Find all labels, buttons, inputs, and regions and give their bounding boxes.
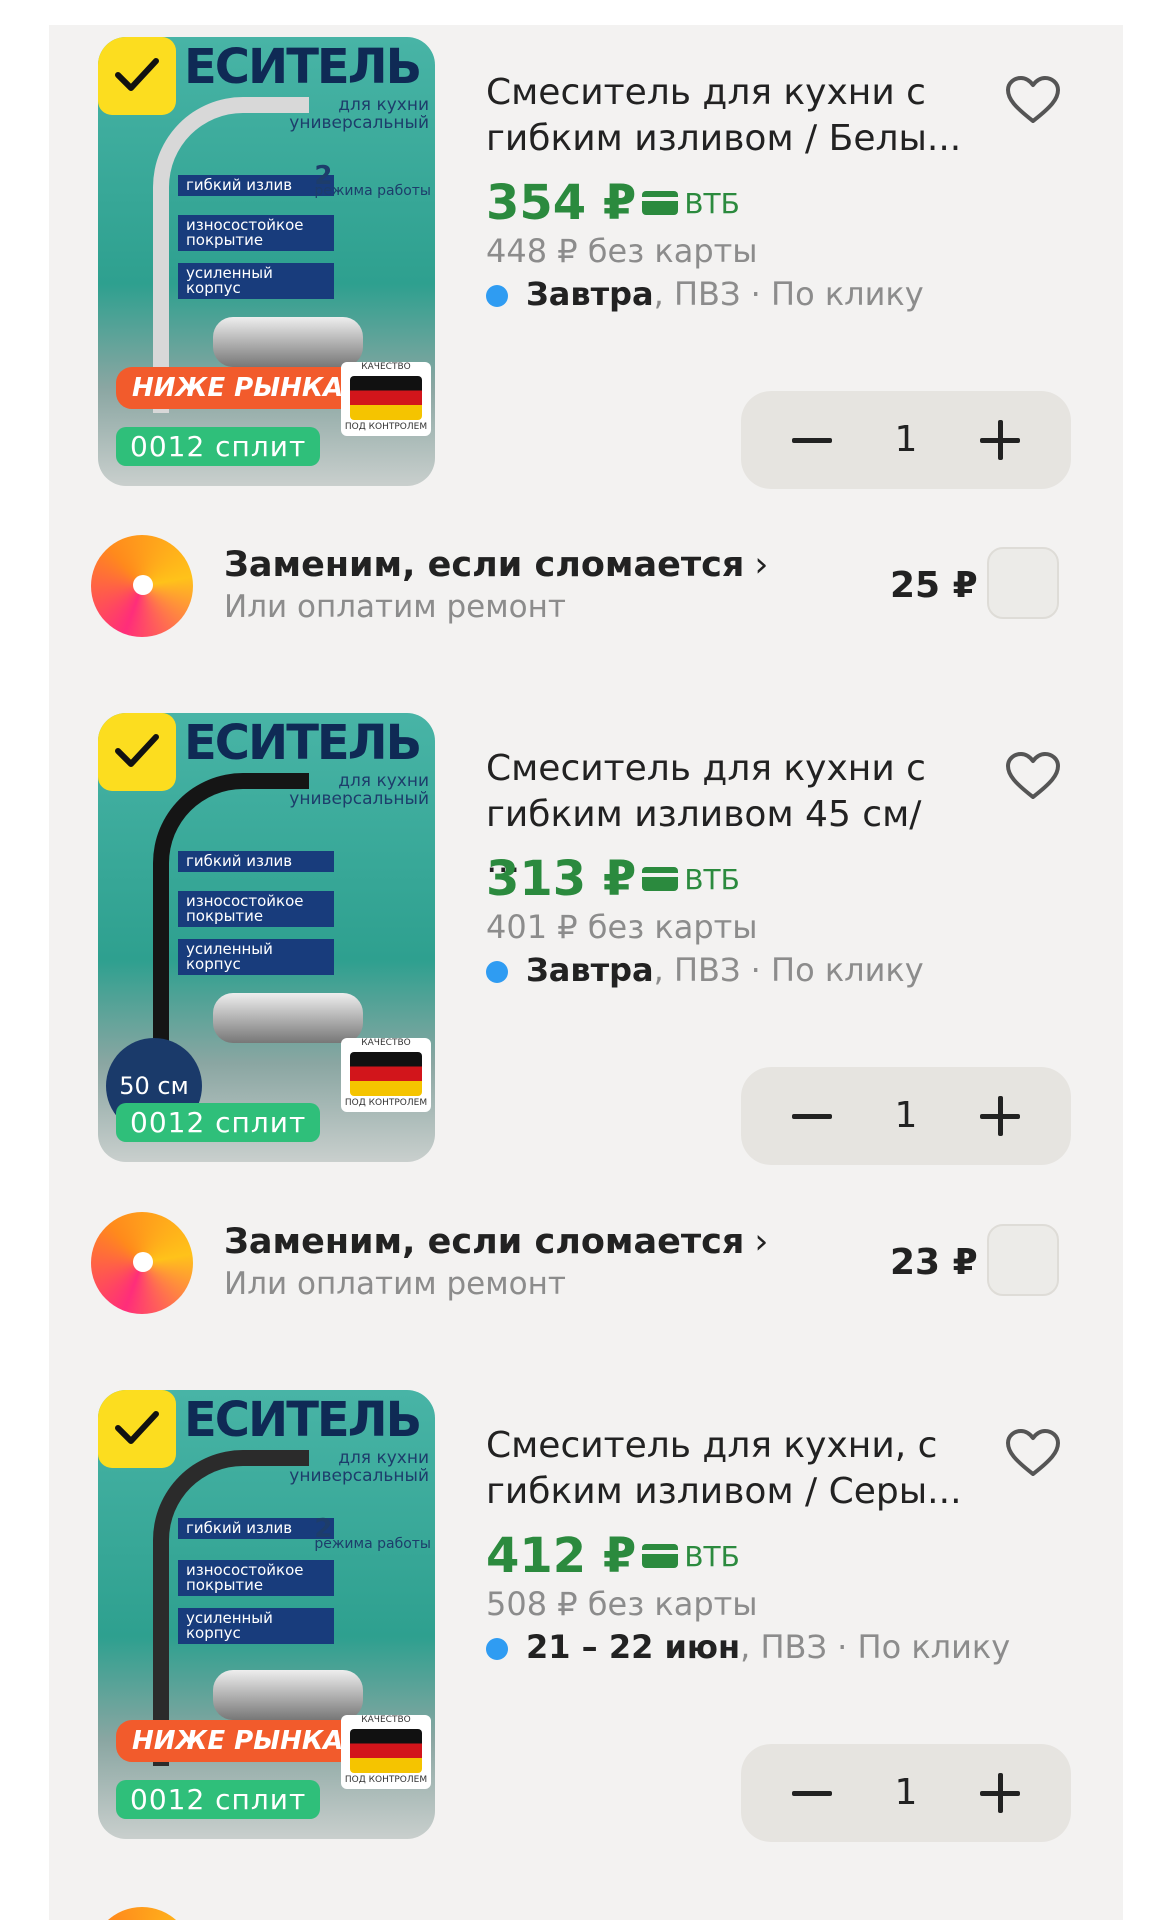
bank-name: ВТБ [684,1539,740,1573]
old-price: 508 ₽ без карты [486,1585,758,1623]
warranty-option[interactable]: Заменим, если сломается › Или оплатим рем… [49,535,1123,645]
germany-flag-icon [350,1729,422,1773]
faucet-body [213,993,363,1043]
price-row: 313 ₽ ВТБ [486,851,740,907]
warranty-subtitle: Или оплатим ремонт [224,589,566,625]
price-row: 412 ₽ ВТБ [486,1528,740,1584]
image-brand: ЕСИТЕЛЬ [184,1392,422,1448]
warranty-checkbox[interactable] [987,1224,1059,1296]
bank-card-icon [642,867,679,891]
bank-card-icon [642,1544,679,1568]
image-modes: 2 режима работы [314,161,431,199]
warranty-price: 25 ₽ [890,565,978,606]
select-checkbox[interactable] [98,1390,176,1468]
quality-flag: КАЧЕСТВО ПОД КОНТРОЛЕМ [341,1038,431,1112]
faucet-body [213,317,363,367]
germany-flag-icon [350,1052,422,1096]
image-sub1: для кухни [338,771,429,791]
warranty-option[interactable]: Заменим, если сломается › Или оплатим рем… [49,1212,1123,1322]
image-modes: 2 режима работы [314,1514,431,1552]
quality-flag: КАЧЕСТВО ПОД КОНТРОЛЕМ [341,1715,431,1789]
increase-button[interactable] [951,391,1049,489]
select-checkbox[interactable] [98,37,176,115]
service-logo-icon [91,1212,193,1314]
promo-badge: НИЖЕ РЫНКА [116,367,360,409]
image-sub2: универсальный [289,789,429,809]
bank-card-icon [642,191,679,215]
delivery-dot-icon [486,285,508,307]
service-logo-icon [91,535,193,637]
heart-outline-icon[interactable] [1005,75,1061,125]
quality-flag: КАЧЕСТВО ПОД КОНТРОЛЕМ [341,362,431,436]
price: 412 ₽ [486,1528,637,1584]
cart-item: ЕСИТЕЛЬ для кухни универсальный гибкий и… [49,25,1123,505]
cart-item: ЕСИТЕЛЬ для кухни универсальный гибкий и… [49,701,1123,1181]
quantity-stepper: 1 [741,391,1071,489]
delivery-dot-icon [486,1638,508,1660]
price: 354 ₽ [486,175,637,231]
checkmark-icon [115,58,159,91]
checkmark-icon [115,1411,159,1444]
product-image[interactable]: ЕСИТЕЛЬ для кухни универсальный гибкий и… [98,37,435,486]
price-row: 354 ₽ ВТБ [486,175,740,231]
warranty-price: 23 ₽ [890,1242,978,1283]
bank-name: ВТБ [684,186,740,220]
product-title[interactable]: Смеситель для кухни с гибким изливом / Б… [486,70,966,162]
product-title[interactable]: Смеситель для кухни, с гибким изливом / … [486,1423,966,1515]
increase-button[interactable] [951,1744,1049,1842]
delivery-info: 21 – 22 июн, ПВЗ · По клику [486,1628,1010,1666]
image-sub2: универсальный [289,113,429,133]
service-logo-icon [91,1907,193,1920]
delivery-info: Завтра, ПВЗ · По клику [486,951,924,989]
warranty-checkbox[interactable] [987,547,1059,619]
warranty-title[interactable]: Заменим, если сломается › [224,1222,768,1262]
delivery-info: Завтра, ПВЗ · По клику [486,275,924,313]
select-checkbox[interactable] [98,713,176,791]
quantity-stepper: 1 [741,1067,1071,1165]
bank-name: ВТБ [684,862,740,896]
warranty-subtitle: Или оплатим ремонт [224,1266,566,1302]
germany-flag-icon [350,376,422,420]
chevron-right-icon: › [754,1222,769,1262]
old-price: 448 ₽ без карты [486,232,758,270]
chevron-right-icon: › [754,545,769,585]
heart-outline-icon[interactable] [1005,751,1061,801]
split-badge: 0012 сплит [116,427,321,466]
split-badge: 0012 сплит [116,1780,321,1819]
product-image[interactable]: ЕСИТЕЛЬ для кухни универсальный гибкий и… [98,1390,435,1839]
price: 313 ₽ [486,851,637,907]
heart-outline-icon[interactable] [1005,1428,1061,1478]
image-brand: ЕСИТЕЛЬ [184,715,422,771]
quantity-stepper: 1 [741,1744,1071,1842]
delivery-dot-icon [486,961,508,983]
checkmark-icon [115,734,159,767]
product-image[interactable]: ЕСИТЕЛЬ для кухни универсальный гибкий и… [98,713,435,1162]
image-sub1: для кухни [338,95,429,115]
image-sub2: универсальный [289,1466,429,1486]
cart-list: ЕСИТЕЛЬ для кухни универсальный гибкий и… [49,25,1123,1920]
warranty-title[interactable]: Заменим, если сломается › [224,545,768,585]
promo-badge: НИЖЕ РЫНКА [116,1720,360,1762]
faucet-body [213,1670,363,1720]
old-price: 401 ₽ без карты [486,908,758,946]
image-brand: ЕСИТЕЛЬ [184,39,422,95]
split-badge: 0012 сплит [116,1103,321,1142]
increase-button[interactable] [951,1067,1049,1165]
image-sub1: для кухни [338,1448,429,1468]
cart-item: ЕСИТЕЛЬ для кухни универсальный гибкий и… [49,1378,1123,1858]
